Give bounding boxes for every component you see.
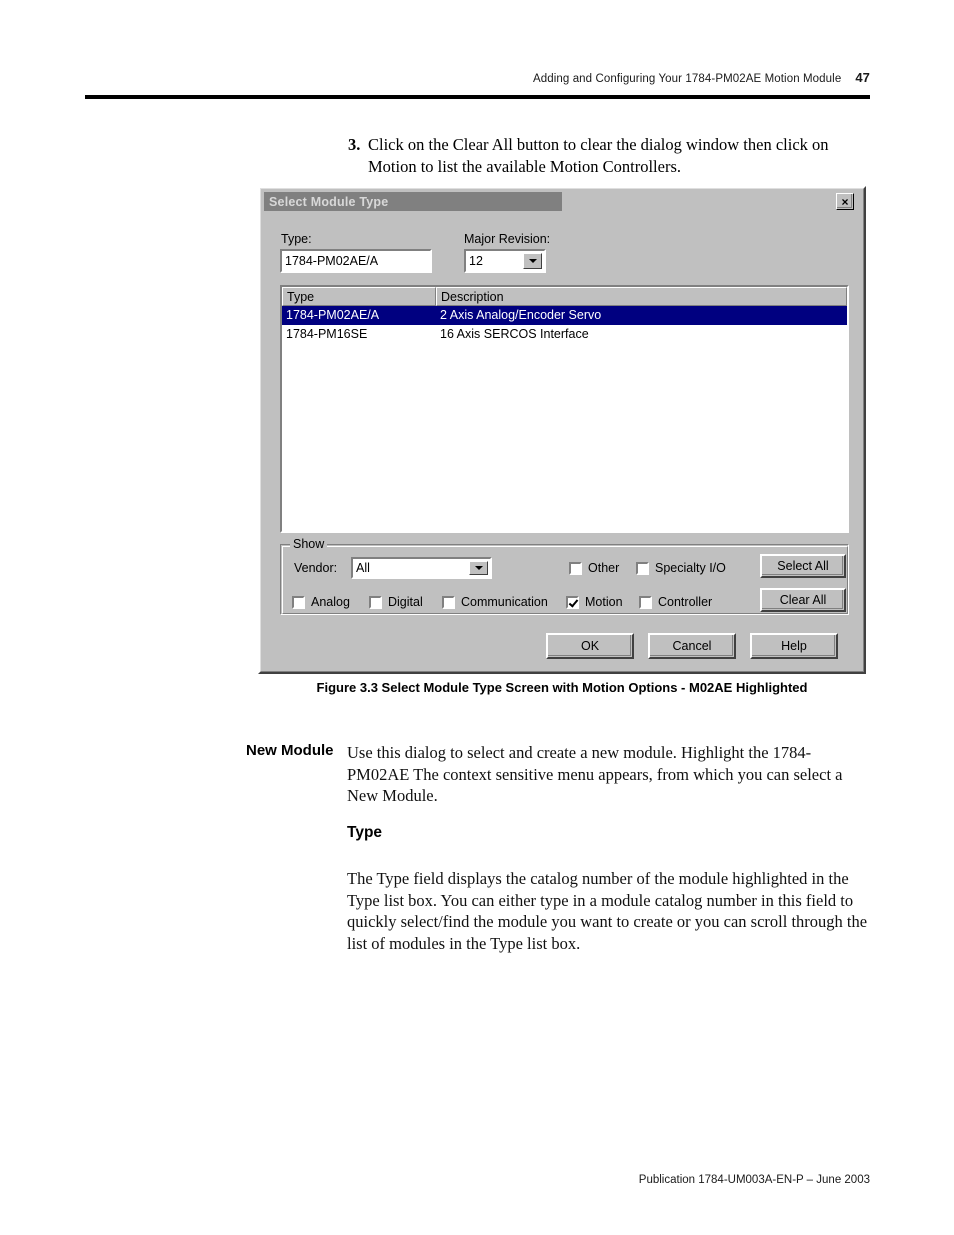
checkbox-box-icon[interactable] bbox=[636, 561, 649, 575]
dialog-title: Select Module Type bbox=[269, 194, 389, 209]
cell-description: 2 Axis Analog/Encoder Servo bbox=[440, 308, 602, 322]
module-list[interactable]: Type Description 1784-PM02AE/A 2 Axis An… bbox=[280, 285, 849, 533]
vendor-value: All bbox=[356, 561, 370, 575]
step-item: 3. Click on the Clear All button to clea… bbox=[348, 134, 868, 177]
cell-type: 1784-PM02AE/A bbox=[286, 308, 380, 322]
show-group: Show Vendor: All Other Specialty I/O Ana… bbox=[280, 537, 849, 615]
checkbox-label: Analog bbox=[311, 595, 350, 609]
vendor-label: Vendor: bbox=[294, 561, 338, 575]
type-input[interactable]: 1784-PM02AE/A bbox=[280, 249, 432, 273]
major-revision-label: Major Revision: bbox=[464, 232, 551, 246]
help-button[interactable]: Help bbox=[750, 633, 838, 659]
checkbox-analog[interactable]: Analog bbox=[292, 595, 350, 609]
type-field-label: Type: bbox=[281, 232, 312, 246]
header-rule bbox=[85, 95, 870, 99]
subheading-type: Type bbox=[347, 824, 383, 841]
checkbox-motion[interactable]: Motion bbox=[566, 595, 623, 609]
checkbox-communication[interactable]: Communication bbox=[442, 595, 548, 609]
column-header-description[interactable]: Description bbox=[436, 287, 847, 306]
checkbox-other[interactable]: Other bbox=[569, 561, 619, 575]
cell-type: 1784-PM16SE bbox=[286, 327, 368, 341]
section-label-new-module: New Module bbox=[246, 742, 334, 759]
checkbox-checked-icon[interactable] bbox=[566, 595, 579, 609]
checkbox-label: Digital bbox=[388, 595, 423, 609]
dialog-titlebar[interactable]: Select Module Type bbox=[264, 192, 562, 211]
show-group-title: Show bbox=[290, 537, 328, 551]
section-text-type: The Type field displays the catalog numb… bbox=[347, 869, 868, 953]
checkbox-label: Other bbox=[588, 561, 620, 575]
select-module-type-dialog: Select Module Type × Type: 1784-PM02AE/A… bbox=[258, 186, 866, 674]
checkbox-label: Specialty I/O bbox=[655, 561, 726, 575]
step-text: Click on the Clear All button to clear t… bbox=[368, 135, 829, 176]
step-number: 3. bbox=[348, 135, 361, 154]
column-header-type[interactable]: Type bbox=[282, 287, 436, 306]
checkbox-box-icon[interactable] bbox=[639, 595, 652, 609]
cell-description: 16 Axis SERCOS Interface bbox=[440, 327, 589, 341]
page-number: 47 bbox=[855, 70, 870, 85]
vendor-select[interactable]: All bbox=[351, 557, 492, 579]
ok-button[interactable]: OK bbox=[546, 633, 634, 659]
checkbox-digital[interactable]: Digital bbox=[369, 595, 423, 609]
running-head-text: Adding and Configuring Your 1784-PM02AE … bbox=[532, 73, 842, 85]
table-row[interactable]: 1784-PM02AE/A 2 Axis Analog/Encoder Serv… bbox=[282, 306, 847, 325]
clear-all-button[interactable]: Clear All bbox=[760, 588, 846, 612]
major-revision-select[interactable]: 12 bbox=[464, 249, 546, 273]
module-list-header: Type Description bbox=[282, 287, 847, 306]
select-all-button[interactable]: Select All bbox=[760, 554, 846, 578]
checkbox-specialty-io[interactable]: Specialty I/O bbox=[636, 561, 726, 575]
checkbox-label: Controller bbox=[658, 595, 713, 609]
chevron-down-icon[interactable] bbox=[469, 561, 488, 575]
figure-caption: Figure 3.3 Select Module Type Screen wit… bbox=[316, 680, 808, 695]
cancel-button[interactable]: Cancel bbox=[648, 633, 736, 659]
checkbox-box-icon[interactable] bbox=[569, 561, 582, 575]
close-icon[interactable]: × bbox=[836, 193, 854, 210]
checkbox-box-icon[interactable] bbox=[442, 595, 455, 609]
section-text-new-module: Use this dialog to select and create a n… bbox=[347, 743, 843, 805]
checkbox-label: Communication bbox=[461, 595, 548, 609]
major-revision-value: 12 bbox=[469, 254, 483, 268]
dialog-inner-frame: Select Module Type × Type: 1784-PM02AE/A… bbox=[260, 188, 864, 672]
checkbox-controller[interactable]: Controller bbox=[639, 595, 712, 609]
checkbox-box-icon[interactable] bbox=[369, 595, 382, 609]
chevron-down-icon[interactable] bbox=[523, 253, 542, 269]
checkbox-box-icon[interactable] bbox=[292, 595, 305, 609]
checkbox-label: Motion bbox=[585, 595, 623, 609]
table-row[interactable]: 1784-PM16SE 16 Axis SERCOS Interface bbox=[282, 325, 847, 344]
page-footer: Publication 1784-UM003A-EN-P – June 2003 bbox=[638, 1174, 870, 1186]
running-head: Adding and Configuring Your 1784-PM02AE … bbox=[85, 70, 870, 85]
